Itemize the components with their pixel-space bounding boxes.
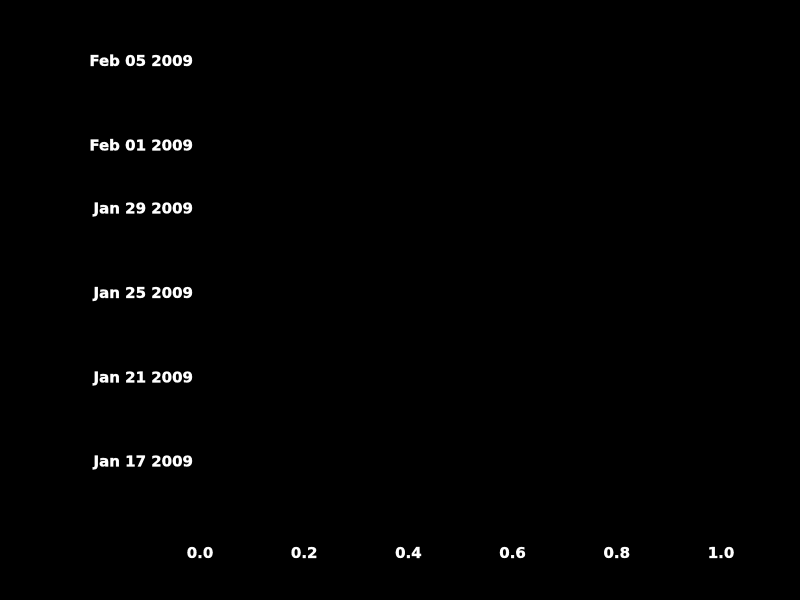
y-axis-ticks: Jan 17 2009 Jan 21 2009 Jan 25 2009 Jan 29 … — [89, 52, 193, 471]
y-tick-label: Jan 21 2009 — [93, 368, 193, 386]
y-tick-label: Jan 25 2009 — [93, 284, 193, 302]
x-axis-ticks: 0.0 0.2 0.4 0.6 0.8 1.0 — [187, 544, 735, 562]
chart-root: Jan 17 2009 Jan 21 2009 Jan 25 2009 Jan 29 … — [0, 0, 800, 600]
y-tick-label: Jan 29 2009 — [93, 200, 193, 218]
x-tick-label: 0.2 — [291, 544, 318, 562]
chart-canvas: Jan 17 2009 Jan 21 2009 Jan 25 2009 Jan 29 … — [89, 52, 735, 562]
y-tick-label: Feb 05 2009 — [89, 52, 193, 70]
x-tick-label: 0.8 — [604, 544, 631, 562]
x-tick-label: 0.0 — [187, 544, 214, 562]
x-tick-label: 1.0 — [708, 544, 735, 562]
y-tick-label: Feb 01 2009 — [89, 136, 193, 154]
x-tick-label: 0.6 — [499, 544, 526, 562]
y-tick-label: Jan 17 2009 — [93, 453, 193, 471]
x-tick-label: 0.4 — [395, 544, 422, 562]
